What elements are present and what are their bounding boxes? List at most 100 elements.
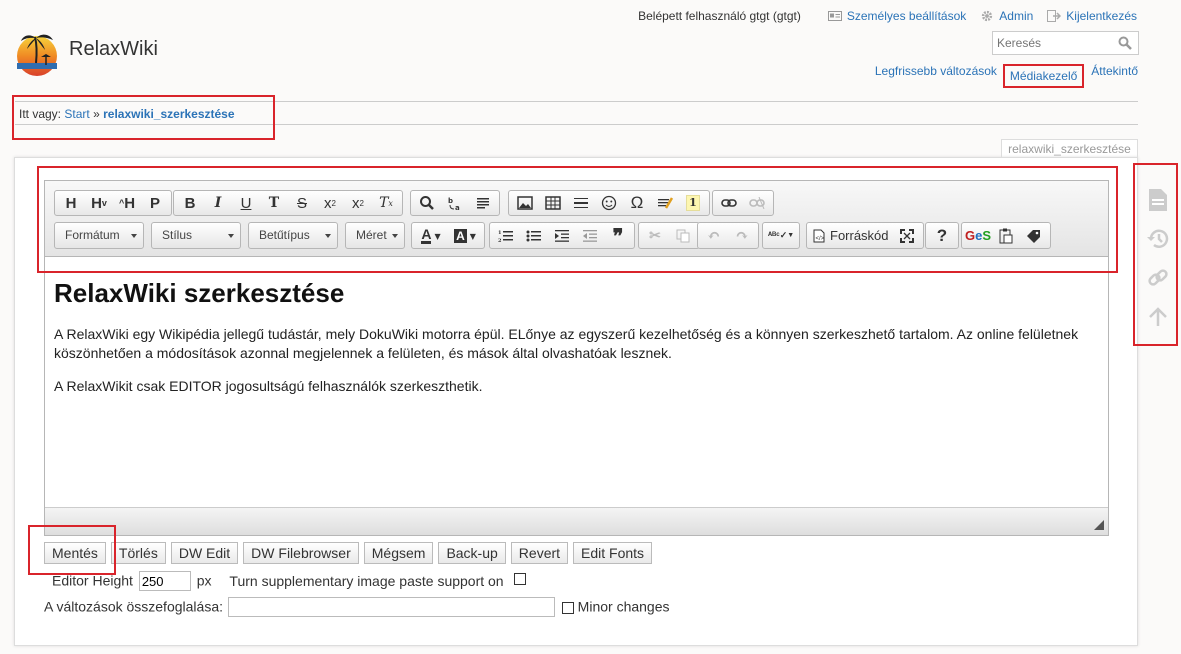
- replace-icon[interactable]: ba: [441, 191, 469, 215]
- find-icon[interactable]: [413, 191, 441, 215]
- recent-changes-link[interactable]: Legfrissebb változások: [875, 64, 997, 88]
- code-icon[interactable]: [651, 191, 679, 215]
- revisions-icon[interactable]: [1144, 225, 1172, 253]
- paste-support-checkbox[interactable]: [513, 572, 526, 585]
- indent-icon[interactable]: [548, 224, 576, 248]
- special-char-icon[interactable]: Ω: [623, 191, 651, 215]
- style-dropdown[interactable]: Stílus: [151, 222, 241, 249]
- edit-fonts-button[interactable]: Edit Fonts: [573, 542, 653, 564]
- backup-button[interactable]: Back-up: [438, 542, 506, 564]
- table-icon[interactable]: [539, 191, 567, 215]
- resize-grip-icon[interactable]: [1094, 520, 1104, 530]
- format-dropdown[interactable]: Formátum: [54, 222, 144, 249]
- bold-button[interactable]: B: [176, 191, 204, 215]
- logout-link[interactable]: Kijelentkezés: [1047, 9, 1137, 23]
- back-to-top-icon[interactable]: [1144, 303, 1172, 331]
- editor-statusbar: [45, 507, 1108, 535]
- settings-link[interactable]: Személyes beállítások: [827, 9, 966, 23]
- dw-filebrowser-button[interactable]: DW Filebrowser: [243, 542, 359, 564]
- image-icon[interactable]: [511, 191, 539, 215]
- admin-link[interactable]: Admin: [980, 9, 1033, 23]
- undo-icon[interactable]: ↶: [700, 224, 728, 248]
- geshi-icon[interactable]: GeS: [964, 224, 992, 248]
- help-icon[interactable]: ?: [928, 224, 956, 248]
- search-input[interactable]: [993, 32, 1111, 54]
- breadcrumb: Itt vagy: Start » relaxwiki_szerkesztése: [19, 107, 235, 121]
- numbered-list-icon[interactable]: 12: [492, 224, 520, 248]
- logged-in-text: Belépett felhasználó gtgt (gtgt): [638, 9, 801, 23]
- unlink-icon[interactable]: [743, 191, 771, 215]
- dw-edit-button[interactable]: DW Edit: [170, 542, 239, 564]
- text-style-group: B I U T S x2 x2 Tx: [173, 190, 403, 216]
- heading-h-button[interactable]: H: [57, 191, 85, 215]
- editor-height-unit: px: [196, 572, 212, 589]
- editor-height-input[interactable]: [138, 571, 191, 591]
- footnote-icon[interactable]: 1: [679, 191, 707, 215]
- font-dropdown[interactable]: Betűtípus: [248, 222, 338, 249]
- tag-icon[interactable]: [1020, 224, 1048, 248]
- source-icon: </>: [813, 229, 825, 242]
- smiley-icon[interactable]: [595, 191, 623, 215]
- breadcrumb-separator: »: [93, 107, 100, 121]
- revert-button[interactable]: Revert: [510, 542, 569, 564]
- monospace-button[interactable]: T: [260, 191, 288, 215]
- summary-row: A változások összefoglalása: Minor chang…: [44, 597, 670, 617]
- size-dropdown[interactable]: Méret: [345, 222, 405, 249]
- delete-button[interactable]: Törlés: [110, 542, 166, 564]
- redo-icon[interactable]: ↷: [728, 224, 756, 248]
- index-link[interactable]: Áttekintő: [1091, 64, 1138, 88]
- user-card-icon: [827, 11, 842, 21]
- paste-icon[interactable]: [992, 224, 1020, 248]
- maximize-icon[interactable]: [893, 224, 921, 248]
- media-manager-link[interactable]: Médiakezelő: [1002, 64, 1085, 88]
- text-color-button[interactable]: A ▼: [414, 224, 448, 248]
- summary-input[interactable]: [227, 597, 555, 617]
- superscript-button[interactable]: x2: [344, 191, 372, 215]
- search-icon[interactable]: [1118, 36, 1132, 50]
- italic-button[interactable]: I: [204, 191, 232, 215]
- content-heading: RelaxWiki szerkesztése: [54, 278, 345, 308]
- source-button[interactable]: </> Forráskód: [809, 224, 893, 248]
- spellcheck-group: ᴬᴮᶜ✓ ▼: [762, 222, 800, 249]
- source-group: </> Forráskód: [806, 222, 924, 249]
- subscript-button[interactable]: x2: [316, 191, 344, 215]
- cancel-button[interactable]: Mégsem: [363, 542, 434, 564]
- site-title[interactable]: RelaxWiki: [69, 38, 158, 61]
- cut-icon[interactable]: ✂: [641, 224, 669, 248]
- gear-icon: [982, 10, 993, 22]
- select-all-icon[interactable]: [469, 191, 497, 215]
- underline-button[interactable]: U: [232, 191, 260, 215]
- link-icon[interactable]: [715, 191, 743, 215]
- remove-format-button[interactable]: Tx: [372, 191, 400, 215]
- chevron-down-icon: [131, 234, 137, 238]
- content-paragraph: A RelaxWiki egy Wikipédia jellegű tudást…: [54, 326, 1079, 361]
- editor-height-label: Editor Height: [52, 572, 133, 589]
- editor-content[interactable]: RelaxWiki szerkesztése A RelaxWiki egy W…: [45, 258, 1108, 508]
- logout-icon: [1047, 10, 1062, 22]
- bullet-list-icon[interactable]: [520, 224, 548, 248]
- spellcheck-icon[interactable]: ᴬᴮᶜ✓ ▼: [765, 224, 797, 248]
- paragraph-button[interactable]: P: [141, 191, 169, 215]
- heading-lower-button[interactable]: Hv: [85, 191, 113, 215]
- search-box[interactable]: [992, 31, 1139, 55]
- heading-higher-button[interactable]: ^ H: [113, 191, 141, 215]
- show-page-icon[interactable]: [1144, 186, 1172, 214]
- breadcrumb-start-link[interactable]: Start: [64, 107, 89, 121]
- bg-color-button[interactable]: A ▼: [448, 224, 482, 248]
- minor-changes-checkbox[interactable]: [561, 601, 574, 614]
- divider: [15, 101, 1138, 102]
- site-logo[interactable]: [15, 27, 59, 77]
- content-paragraph: A RelaxWikit csak EDITOR jogosultságú fe…: [54, 378, 483, 394]
- strikethrough-button[interactable]: S: [288, 191, 316, 215]
- blockquote-icon[interactable]: ❞: [604, 224, 632, 248]
- plugins-group: GeS: [961, 222, 1051, 249]
- horizontal-rule-icon[interactable]: [567, 191, 595, 215]
- minor-changes-label: Minor changes: [577, 598, 670, 615]
- insert-group: Ω 1: [508, 190, 710, 216]
- backlinks-icon[interactable]: [1144, 264, 1172, 292]
- breadcrumb-current-link[interactable]: relaxwiki_szerkesztése: [103, 107, 234, 121]
- copy-icon[interactable]: [669, 224, 697, 248]
- help-group: ?: [925, 222, 959, 249]
- save-button[interactable]: Mentés: [44, 542, 106, 564]
- outdent-icon[interactable]: [576, 224, 604, 248]
